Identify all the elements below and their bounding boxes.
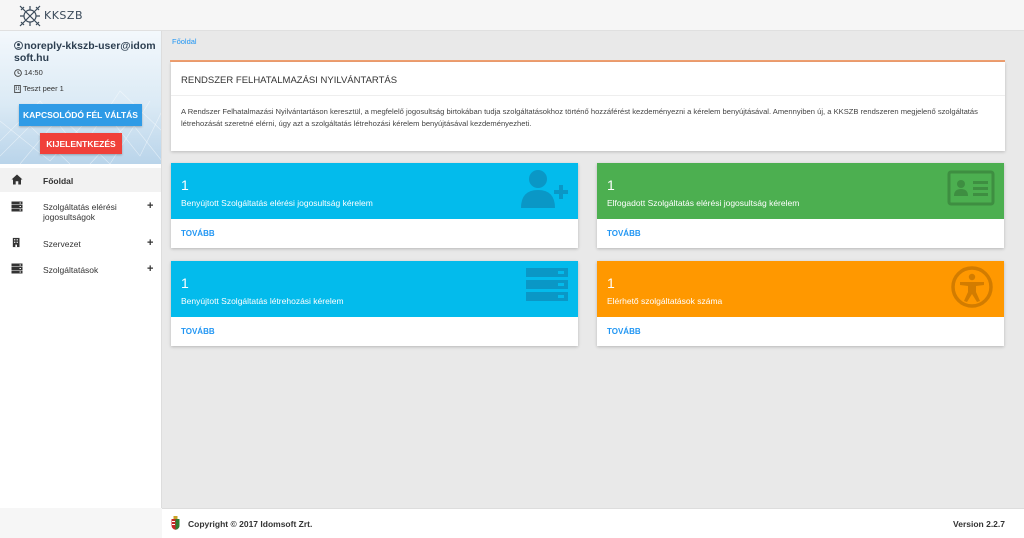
footer: Copyright © 2017 Idomsoft Zrt. Version 2… bbox=[162, 508, 1024, 538]
sidebar: noreply-kkszb-user@idomsoft.hu 14:50 Tes… bbox=[0, 31, 162, 538]
tile-label: Elfogadott Szolgáltatás elérési jogosult… bbox=[607, 198, 800, 208]
tile-available-services[interactable]: 1 Elérhető szolgáltatások száma TOVÁBB bbox=[597, 261, 1004, 346]
sidebar-item-label: Szolgáltatások bbox=[43, 265, 99, 275]
user-email: noreply-kkszb-user@idomsoft.hu bbox=[14, 40, 159, 64]
accessibility-icon bbox=[951, 266, 993, 308]
intro-title: RENDSZER FELHATALMAZÁSI NYILVÁNTARTÁS bbox=[181, 75, 398, 86]
tile-label: Benyújtott Szolgáltatás elérési jogosult… bbox=[181, 198, 373, 208]
sidebar-item-label: Szervezet bbox=[43, 239, 81, 249]
server-icon bbox=[11, 201, 23, 212]
sidebar-item-label: Szolgáltatás elérési jogosultságok bbox=[43, 202, 117, 222]
peer-name-text: Teszt peer 1 bbox=[23, 84, 64, 93]
tile-more-link[interactable]: TOVÁBB bbox=[607, 327, 641, 336]
sidebar-item-home[interactable]: Főoldal bbox=[0, 168, 161, 192]
intro-card: RENDSZER FELHATALMAZÁSI NYILVÁNTARTÁS A … bbox=[171, 62, 1005, 151]
tile-count: 1 bbox=[607, 275, 615, 291]
intro-divider bbox=[171, 95, 1005, 96]
tile-header: 1 Elérhető szolgáltatások száma bbox=[597, 261, 1004, 317]
version-text: Version 2.2.7 bbox=[953, 519, 1005, 529]
logo-text: KKSZB bbox=[44, 9, 83, 22]
tile-submitted-creation-requests[interactable]: 1 Benyújtott Szolgáltatás létrehozási ké… bbox=[171, 261, 578, 346]
sidebar-item-services[interactable]: Szolgáltatások + bbox=[0, 260, 161, 280]
top-bar: KKSZB bbox=[0, 0, 1024, 31]
tile-label: Elérhető szolgáltatások száma bbox=[607, 296, 723, 306]
tile-accepted-access-requests[interactable]: 1 Elfogadott Szolgáltatás elérési jogosu… bbox=[597, 163, 1004, 248]
add-user-icon bbox=[521, 170, 568, 208]
user-profile-panel: noreply-kkszb-user@idomsoft.hu 14:50 Tes… bbox=[0, 31, 161, 164]
sidebar-footer bbox=[0, 508, 162, 538]
tile-header: 1 Benyújtott Szolgáltatás létrehozási ké… bbox=[171, 261, 578, 317]
breadcrumb[interactable]: Főoldal bbox=[172, 37, 197, 46]
tile-count: 1 bbox=[181, 275, 189, 291]
tile-count: 1 bbox=[607, 177, 615, 193]
tile-more-link[interactable]: TOVÁBB bbox=[181, 327, 215, 336]
hungarian-crest-icon bbox=[171, 516, 180, 530]
intro-text: A Rendszer Felhatalmazási Nyilvántartáso… bbox=[181, 107, 978, 128]
sidebar-item-label: Főoldal bbox=[43, 176, 74, 186]
tile-more-link[interactable]: TOVÁBB bbox=[181, 229, 215, 238]
peer-name: Teszt peer 1 bbox=[14, 84, 64, 93]
clock-icon bbox=[14, 68, 22, 77]
building-icon bbox=[14, 84, 21, 93]
switch-party-button[interactable]: KAPCSOLÓDÓ FÉL VÁLTÁS bbox=[19, 104, 142, 126]
building-icon bbox=[12, 237, 20, 248]
session-time-text: 14:50 bbox=[24, 68, 43, 77]
kkszb-logo-icon bbox=[19, 5, 41, 26]
tile-submitted-access-requests[interactable]: 1 Benyújtott Szolgáltatás elérési jogosu… bbox=[171, 163, 578, 248]
kkszb-logo[interactable]: KKSZB bbox=[18, 3, 83, 28]
copyright-text: Copyright © 2017 Idomsoft Zrt. bbox=[188, 519, 313, 529]
user-email-text: noreply-kkszb-user@idomsoft.hu bbox=[14, 40, 156, 64]
logout-button[interactable]: KIJELENTKEZÉS bbox=[40, 133, 122, 154]
sidebar-item-organization[interactable]: Szervezet + bbox=[0, 234, 161, 254]
tile-header: 1 Elfogadott Szolgáltatás elérési jogosu… bbox=[597, 163, 1004, 219]
tile-more-link[interactable]: TOVÁBB bbox=[607, 229, 641, 238]
server-icon bbox=[526, 268, 568, 301]
session-time: 14:50 bbox=[14, 68, 43, 77]
expand-plus-icon[interactable]: + bbox=[147, 201, 153, 212]
sidebar-item-service-access-rights[interactable]: Szolgáltatás elérési jogosultságok + bbox=[0, 196, 161, 226]
server-icon bbox=[11, 263, 23, 274]
id-card-icon bbox=[947, 170, 995, 206]
user-icon bbox=[14, 41, 23, 50]
expand-plus-icon[interactable]: + bbox=[147, 238, 153, 249]
tile-count: 1 bbox=[181, 177, 189, 193]
home-icon bbox=[11, 174, 23, 185]
tile-label: Benyújtott Szolgáltatás létrehozási kére… bbox=[181, 296, 344, 306]
expand-plus-icon[interactable]: + bbox=[147, 264, 153, 275]
tile-header: 1 Benyújtott Szolgáltatás elérési jogosu… bbox=[171, 163, 578, 219]
